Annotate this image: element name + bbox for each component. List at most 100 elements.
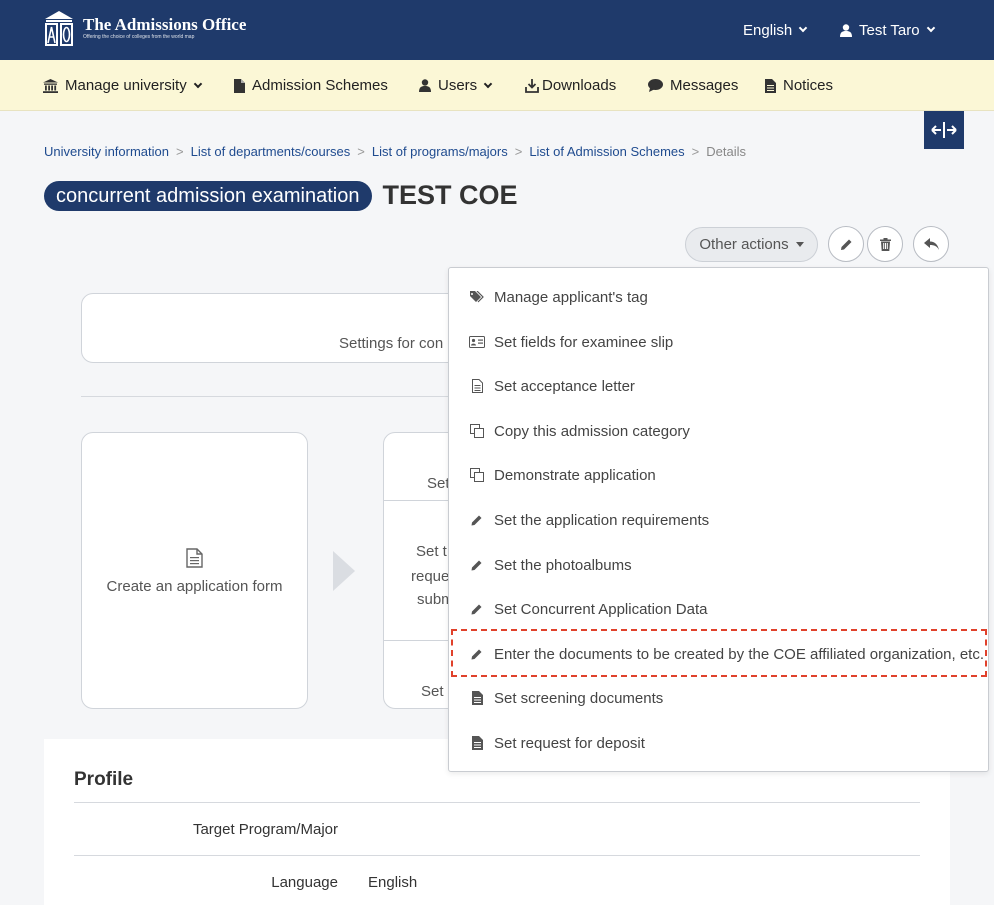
nav-label: Downloads (542, 77, 617, 94)
menu-item-label: Set Concurrent Application Data (494, 600, 708, 618)
edit-button[interactable] (828, 226, 864, 262)
breadcrumb-admission-schemes[interactable]: List of Admission Schemes (529, 144, 684, 159)
download-icon (525, 78, 539, 93)
highlight-box (451, 629, 987, 677)
menu-item-concurrent-data[interactable]: Set Concurrent Application Data (449, 594, 988, 624)
top-bar: The Admissions Office Offering the choic… (0, 0, 994, 60)
breadcrumb: University information > List of departm… (44, 144, 746, 159)
create-application-form-label: Create an application form (106, 578, 283, 595)
file-icon (234, 78, 245, 93)
main-nav: Manage university Admission Schemes User… (0, 60, 994, 111)
nav-label: Notices (783, 77, 834, 94)
menu-item-photoalbums[interactable]: Set the photoalbums (449, 550, 988, 580)
divider (74, 802, 920, 803)
chevron-down-icon (193, 79, 202, 88)
document-outline-icon (186, 548, 203, 568)
tags-icon (469, 291, 485, 303)
other-actions-button[interactable]: Other actions (685, 227, 818, 262)
menu-item-demonstrate[interactable]: Demonstrate application (449, 460, 988, 490)
file-icon (765, 78, 776, 93)
chevron-down-icon (483, 79, 493, 88)
menu-item-label: Set fields for examinee slip (494, 333, 674, 351)
pencil-icon (469, 559, 485, 571)
nav-admission-schemes[interactable]: Admission Schemes (234, 60, 388, 111)
nav-notices[interactable]: Notices (765, 60, 833, 111)
user-menu[interactable]: Test Taro (840, 0, 935, 60)
delete-button[interactable] (867, 226, 903, 262)
menu-item-label: Set request for deposit (494, 734, 645, 752)
nav-label: Admission Schemes (252, 77, 388, 94)
nav-messages[interactable]: Messages (648, 60, 738, 111)
breadcrumb-departments[interactable]: List of departments/courses (191, 144, 351, 159)
breadcrumb-university-info[interactable]: University information (44, 144, 169, 159)
menu-item-label: Set screening documents (494, 689, 664, 707)
breadcrumb-programs[interactable]: List of programs/majors (372, 144, 508, 159)
menu-item-label: Set the photoalbums (494, 556, 632, 574)
menu-item-acceptance-letter[interactable]: Set acceptance letter (449, 371, 988, 401)
settings-card[interactable] (81, 293, 501, 363)
nav-downloads[interactable]: Downloads (525, 60, 616, 111)
document-icon (469, 691, 485, 705)
copy-icon (469, 468, 485, 482)
menu-item-application-requirements[interactable]: Set the application requirements (449, 505, 988, 535)
language-label: English (743, 21, 793, 39)
menu-item-label: Copy this admission category (494, 422, 690, 440)
caret-down-icon (795, 242, 804, 247)
pencil-icon (469, 514, 485, 526)
language-label: Language (271, 874, 338, 891)
menu-item-copy-category[interactable]: Copy this admission category (449, 416, 988, 446)
create-application-form-card[interactable]: Create an application form (81, 432, 308, 709)
chevron-down-icon (798, 23, 808, 33)
menu-item-label: Set the application requirements (494, 511, 710, 529)
copy-icon (469, 424, 485, 438)
settings-card-label: Settings for con (339, 335, 444, 352)
divider (74, 855, 920, 856)
breadcrumb-separator: > (357, 144, 365, 159)
logo-mark-icon (43, 10, 75, 47)
menu-item-examinee-slip[interactable]: Set fields for examinee slip (449, 327, 988, 357)
menu-item-label: Demonstrate application (494, 466, 656, 484)
step-mid-label-1[interactable]: Set t (416, 543, 447, 560)
page-header: concurrent admission examination TEST CO… (44, 180, 518, 211)
trash-icon (879, 237, 891, 251)
flow-arrow-icon (333, 551, 355, 591)
step-bottom-label[interactable]: Set (421, 683, 444, 700)
step-top-label[interactable]: Set (427, 475, 450, 492)
nav-users[interactable]: Users (419, 60, 493, 111)
menu-item-manage-tags[interactable]: Manage applicant's tag (449, 282, 988, 312)
profile-title: Profile (74, 769, 134, 790)
target-program-label: Target Program/Major (192, 821, 338, 838)
arrows-horizontal-icon (931, 122, 957, 138)
pencil-icon (469, 603, 485, 615)
document-icon (469, 736, 485, 750)
menu-item-screening-documents[interactable]: Set screening documents (449, 683, 988, 713)
breadcrumb-separator: > (514, 144, 523, 159)
breadcrumb-separator: > (691, 144, 700, 159)
reply-icon (923, 238, 939, 250)
other-actions-label: Other actions (699, 236, 789, 253)
logo[interactable]: The Admissions Office Offering the choic… (43, 10, 246, 47)
other-actions-menu: Manage applicant's tag Set fields for ex… (448, 267, 989, 772)
document-outline-icon (469, 379, 485, 393)
menu-item-request-deposit[interactable]: Set request for deposit (449, 728, 988, 758)
step-mid-label-2: reque (411, 568, 450, 585)
language-value: English (368, 874, 418, 891)
nav-label: Users (438, 77, 478, 94)
language-dropdown[interactable]: English (743, 0, 808, 60)
expand-width-button[interactable] (924, 111, 964, 149)
chevron-down-icon (926, 23, 935, 33)
nav-label: Messages (670, 77, 739, 94)
breadcrumb-current: Details (706, 144, 747, 159)
id-card-icon (469, 336, 485, 348)
nav-manage-university[interactable]: Manage university (43, 60, 202, 111)
back-button[interactable] (913, 226, 949, 262)
breadcrumb-separator: > (176, 144, 184, 159)
menu-item-label: Manage applicant's tag (494, 288, 648, 306)
logo-title: The Admissions Office (83, 15, 247, 34)
user-icon (840, 23, 852, 37)
bank-icon (43, 78, 58, 93)
divider (81, 396, 501, 397)
nav-label: Manage university (65, 77, 187, 94)
logo-subtitle: Offering the choice of colleges from the… (83, 34, 195, 40)
menu-item-label: Set acceptance letter (494, 377, 635, 395)
